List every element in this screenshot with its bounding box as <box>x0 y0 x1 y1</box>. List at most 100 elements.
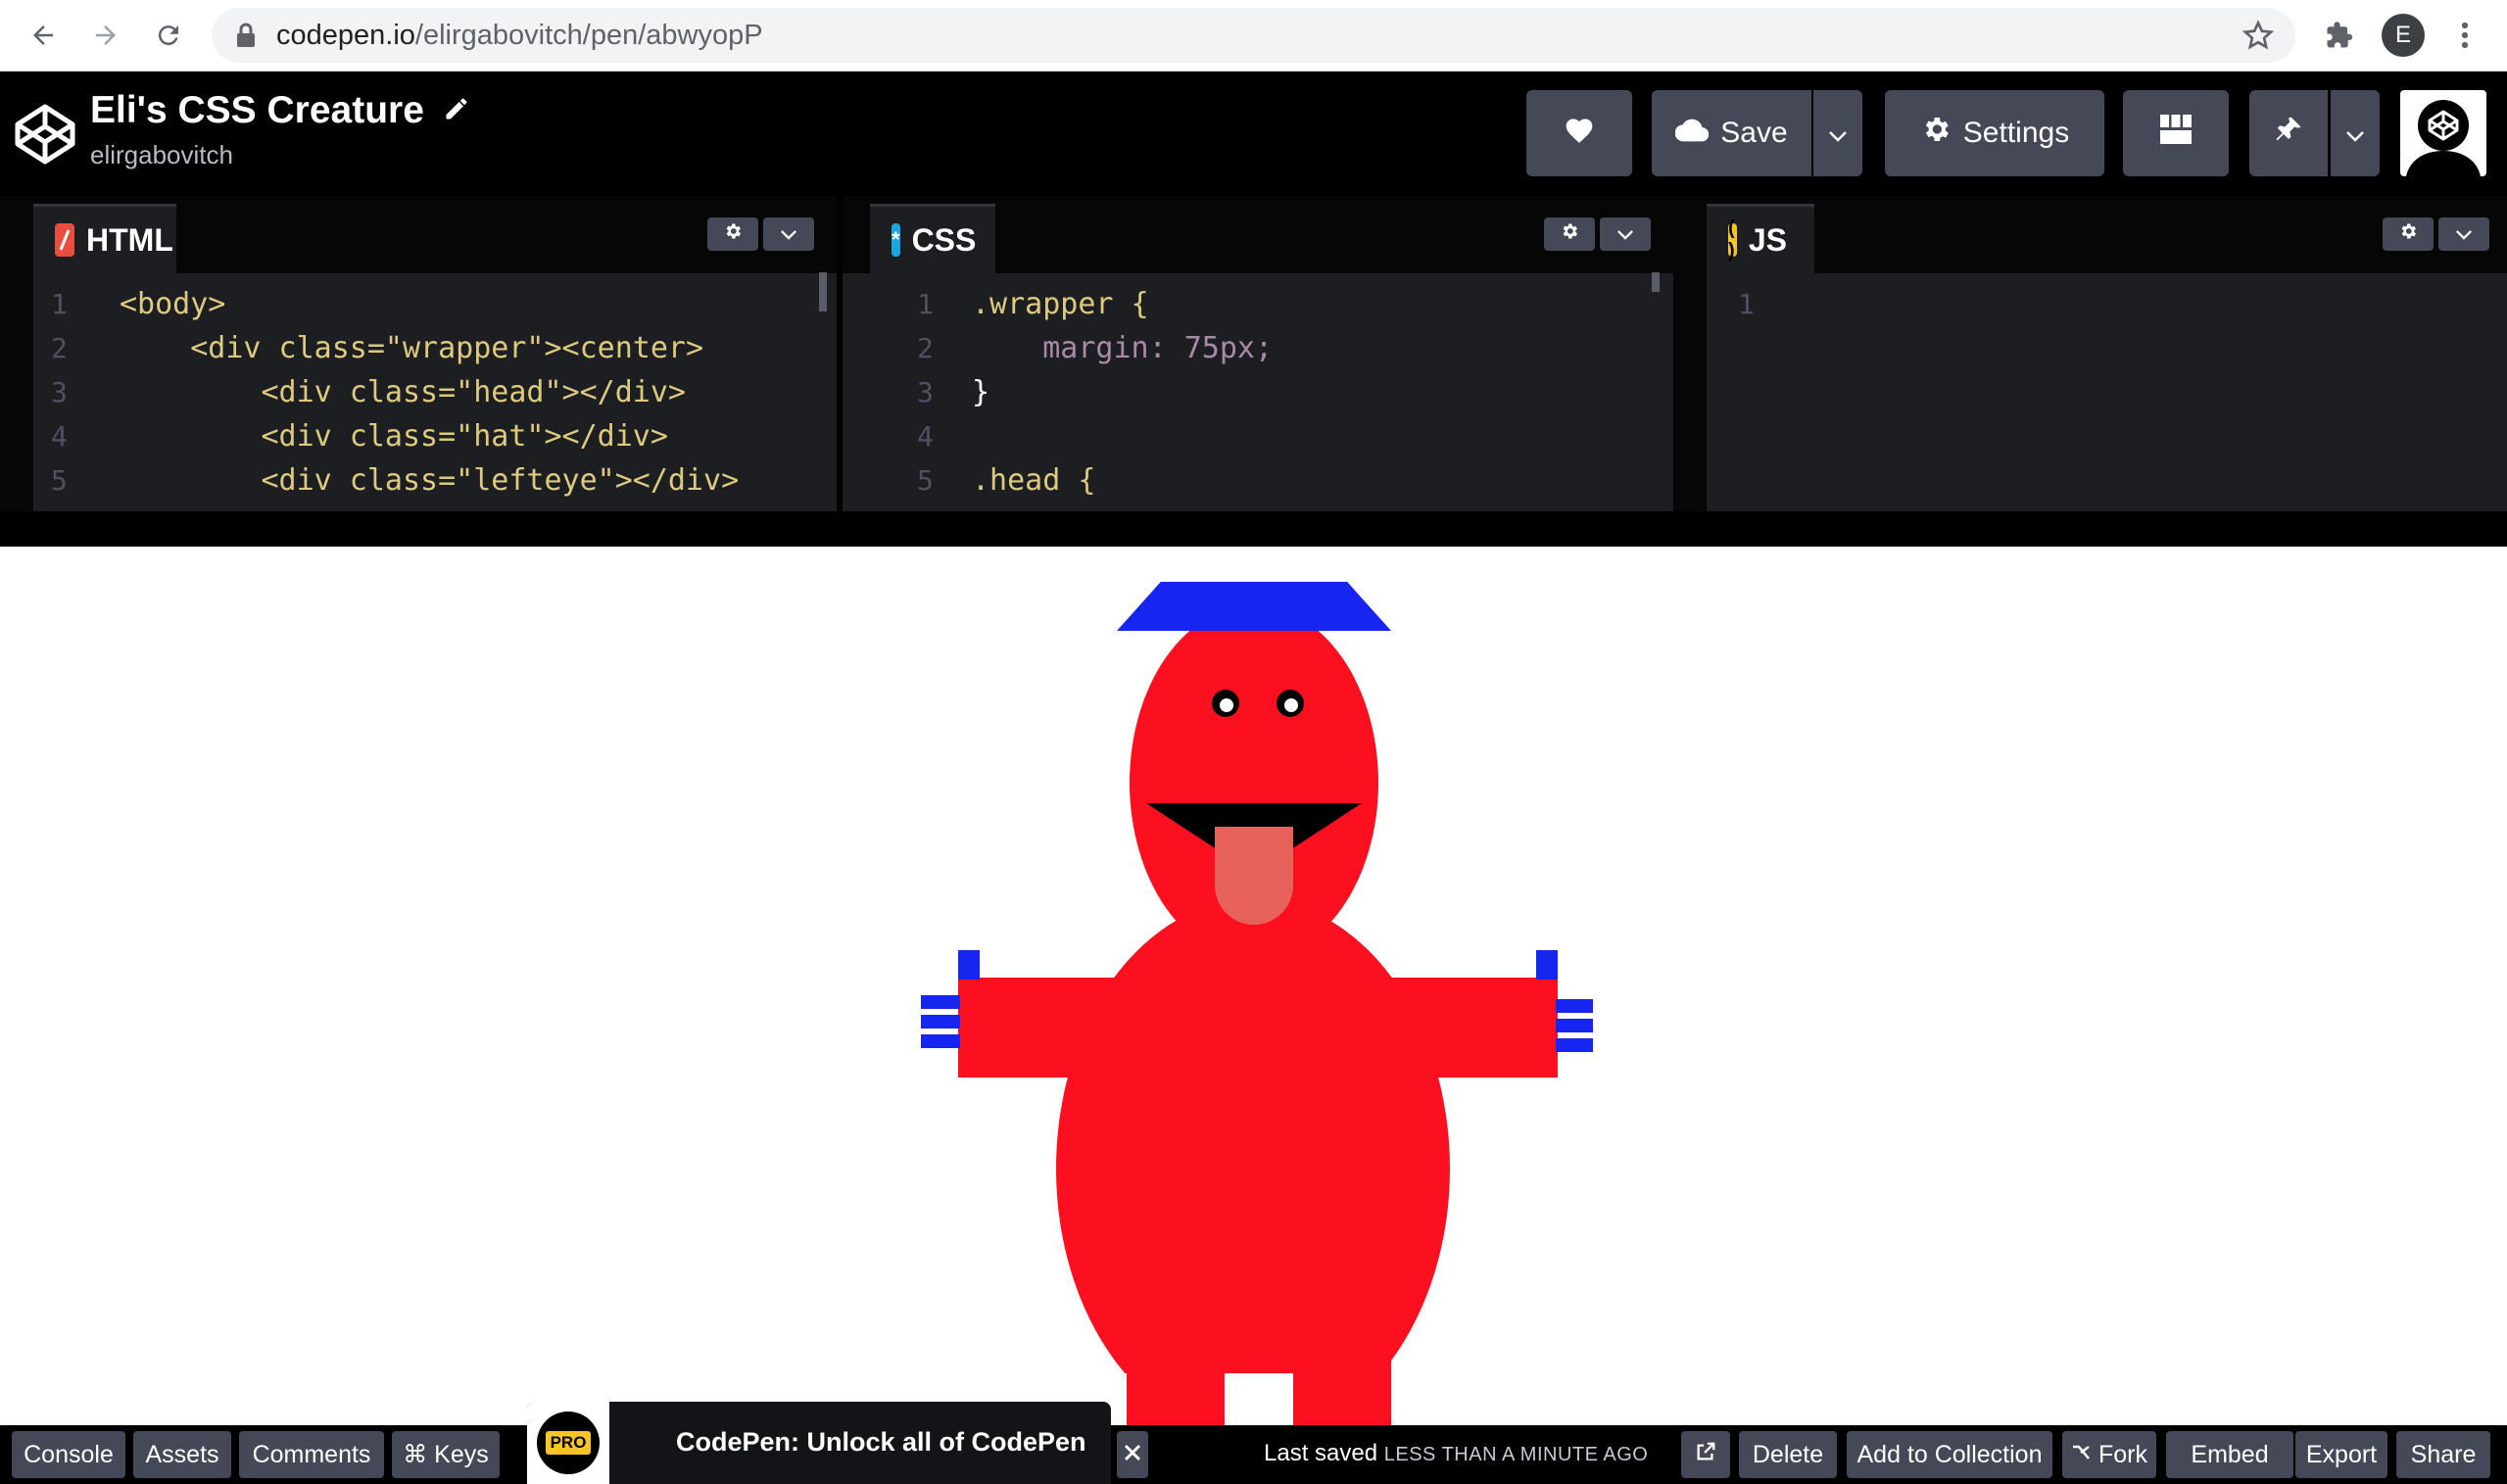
pen-author[interactable]: elirgabovitch <box>90 140 233 170</box>
js-tab-bar: ( ) JS <box>1707 196 2507 273</box>
creature-left-finger <box>921 1015 960 1029</box>
share-button[interactable]: Share <box>2396 1431 2490 1478</box>
extensions-icon[interactable] <box>2318 14 2361 57</box>
save-options-dropdown[interactable] <box>1813 90 1862 176</box>
cloud-icon <box>1674 117 1710 150</box>
css-editor-pane[interactable]: * CSS 1 .wrapper { 2 margin: 75px; 3 } 4… <box>843 196 1673 511</box>
editor-resize-bar[interactable] <box>0 511 2507 547</box>
gear-icon <box>1560 221 1579 247</box>
codepen-logo-icon[interactable] <box>14 103 76 170</box>
code-line: <div class="hat"></div> <box>120 419 668 454</box>
creature-right-finger <box>1556 1038 1593 1052</box>
promo-text[interactable]: CodePen: Unlock all of CodePen <box>676 1427 1086 1458</box>
console-button[interactable]: Console <box>12 1431 125 1478</box>
address-bar[interactable]: codepen.io/elirgabovitch/pen/abwyopP <box>212 8 2295 63</box>
result-preview[interactable] <box>0 547 2507 1425</box>
back-arrow-icon[interactable] <box>22 14 65 57</box>
html-scrollbar[interactable] <box>819 272 827 311</box>
code-line: margin: 75px; <box>972 331 1274 365</box>
code-line: <div class="lefteye"></div> <box>120 463 740 498</box>
creature-left-finger <box>921 1034 960 1048</box>
user-avatar[interactable] <box>2400 90 2486 176</box>
pen-title[interactable]: Eli's CSS Creature <box>90 89 470 132</box>
tab-js[interactable]: ( ) JS <box>1707 204 1814 273</box>
line-number: 1 <box>1738 288 1755 320</box>
line-number: 1 <box>917 288 934 320</box>
chevron-down-icon <box>1616 223 1634 246</box>
line-number: 5 <box>51 464 68 497</box>
saved-prefix: Last saved <box>1264 1440 1378 1466</box>
export-button[interactable]: Export <box>2295 1431 2387 1478</box>
tab-js-label: JS <box>1748 221 1787 258</box>
html-collapse-button[interactable] <box>763 217 814 251</box>
code-line: .head { <box>972 463 1096 498</box>
creature-left-eye <box>1212 690 1239 717</box>
line-number: 2 <box>917 332 934 364</box>
lock-icon <box>235 22 257 54</box>
browser-toolbar: codepen.io/elirgabovitch/pen/abwyopP E <box>0 0 2507 72</box>
html-slash-icon <box>55 223 74 257</box>
save-button[interactable]: Save <box>1652 90 1811 176</box>
line-number: 4 <box>51 420 68 453</box>
creature-arms <box>958 978 1558 1077</box>
embed-button[interactable]: Embed <box>2166 1431 2293 1478</box>
pro-promo-banner[interactable]: PRO CodePen: Unlock all of CodePen <box>527 1402 1111 1484</box>
chevron-down-icon <box>780 223 797 246</box>
pin-icon <box>2274 114 2303 153</box>
creature-right-finger <box>1556 999 1593 1013</box>
css-collapse-button[interactable] <box>1600 217 1651 251</box>
creature-tongue <box>1215 827 1293 925</box>
pin-button[interactable] <box>2249 90 2328 176</box>
creature-left-finger <box>921 995 960 1009</box>
profile-avatar[interactable]: E <box>2382 14 2425 57</box>
layout-button[interactable] <box>2123 90 2229 176</box>
code-line: <body> <box>120 287 226 321</box>
line-number: 3 <box>917 376 934 408</box>
add-to-collection-button[interactable]: Add to Collection <box>1847 1431 2052 1478</box>
pen-header: Eli's CSS Creature elirgabovitch Save Se… <box>0 72 2507 196</box>
tab-css-label: CSS <box>911 221 977 258</box>
creature-right-eye <box>1277 690 1304 717</box>
js-settings-button[interactable] <box>2383 217 2434 251</box>
js-editor-pane[interactable]: ( ) JS 1 <box>1707 196 2507 511</box>
gear-icon <box>1920 114 1952 153</box>
url-text[interactable]: codepen.io/elirgabovitch/pen/abwyopP <box>276 20 763 52</box>
css-asterisk-icon: * <box>892 223 900 257</box>
css-settings-button[interactable] <box>1544 217 1595 251</box>
html-settings-button[interactable] <box>707 217 758 251</box>
love-button[interactable] <box>1526 90 1632 176</box>
chevron-down-icon <box>1828 117 1848 150</box>
open-external-button[interactable] <box>1681 1431 1730 1478</box>
tab-html[interactable]: HTML <box>33 204 176 273</box>
forward-arrow-icon[interactable] <box>84 14 127 57</box>
star-icon[interactable] <box>2242 20 2275 56</box>
pen-footer: Console Assets Comments ⌘ Keys Last save… <box>0 1425 2507 1484</box>
close-promo-button[interactable] <box>1117 1431 1148 1478</box>
pin-options-dropdown[interactable] <box>2331 90 2380 176</box>
url-host: codepen.io <box>276 20 415 51</box>
assets-button[interactable]: Assets <box>133 1431 231 1478</box>
line-number: 2 <box>51 332 68 364</box>
pencil-icon[interactable] <box>443 89 470 132</box>
css-scrollbar[interactable] <box>1652 272 1660 292</box>
comments-button[interactable]: Comments <box>239 1431 384 1478</box>
pro-badge-wrap: PRO <box>527 1402 609 1484</box>
pro-badge-circle: PRO <box>537 1412 600 1474</box>
editor-panes: HTML 1 <body> 2 <div class="wrapper"><ce… <box>0 196 2507 511</box>
last-saved-status: Last saved LESS THAN A MINUTE AGO <box>1264 1440 1648 1467</box>
html-editor-pane[interactable]: HTML 1 <body> 2 <div class="wrapper"><ce… <box>33 196 837 511</box>
reload-icon[interactable] <box>147 14 190 57</box>
pane-divider[interactable] <box>1673 196 1707 511</box>
more-icon[interactable] <box>2443 14 2486 57</box>
js-collapse-button[interactable] <box>2438 217 2489 251</box>
left-gutter <box>0 196 33 511</box>
delete-button[interactable]: Delete <box>1739 1431 1837 1478</box>
fork-icon <box>2071 1441 2091 1469</box>
settings-label: Settings <box>1962 117 2070 149</box>
chevron-down-icon <box>2345 117 2365 150</box>
fork-button[interactable]: Fork <box>2062 1431 2156 1478</box>
tab-css[interactable]: * CSS <box>870 204 995 273</box>
keys-button[interactable]: ⌘ Keys <box>392 1431 500 1478</box>
settings-button[interactable]: Settings <box>1885 90 2104 176</box>
url-path: /elirgabovitch/pen/abwyopP <box>414 20 763 51</box>
